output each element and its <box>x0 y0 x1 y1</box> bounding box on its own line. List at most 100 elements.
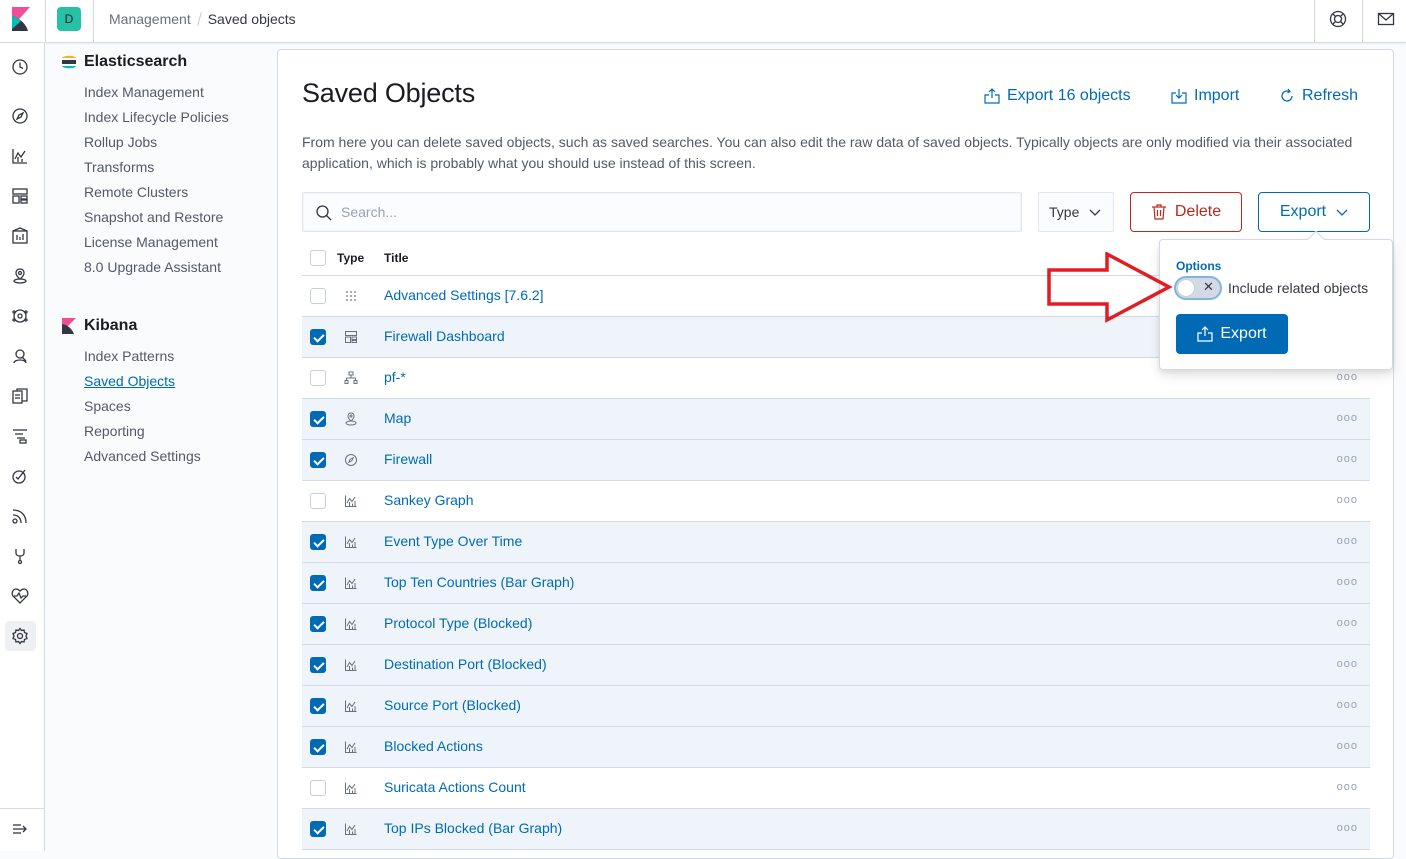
popover-export-button[interactable]: Export <box>1176 314 1288 354</box>
row-checkbox[interactable] <box>310 821 326 837</box>
column-header-type[interactable]: Type <box>337 251 364 265</box>
sidebar-item-advanced-settings[interactable]: Advanced Settings <box>84 448 201 464</box>
row-title-link[interactable]: Suricata Actions Count <box>384 779 526 795</box>
recently-viewed-icon[interactable] <box>11 58 29 76</box>
select-all-checkbox[interactable] <box>310 250 326 266</box>
breadcrumb: Management Saved objects <box>109 11 296 27</box>
export-all-button[interactable]: Export 16 objects <box>984 87 1131 105</box>
row-checkbox[interactable] <box>310 411 326 427</box>
visualize-icon[interactable] <box>11 147 29 165</box>
maps-icon[interactable] <box>11 267 29 285</box>
sidebar-item-remote-clusters[interactable]: Remote Clusters <box>84 184 188 200</box>
canvas-icon[interactable] <box>11 227 29 245</box>
sidebar-item-snapshot-restore[interactable]: Snapshot and Restore <box>84 209 223 225</box>
type-filter-button[interactable]: Type <box>1038 192 1114 232</box>
import-label: Import <box>1194 87 1240 104</box>
row-actions-icon[interactable]: ooo <box>1337 822 1358 834</box>
sidebar-item-saved-objects[interactable]: Saved Objects <box>84 373 175 389</box>
export-selected-button[interactable]: Export <box>1258 192 1370 232</box>
sidebar-item-index-lifecycle-policies[interactable]: Index Lifecycle Policies <box>84 109 229 125</box>
row-title-link[interactable]: Firewall Dashboard <box>384 328 505 344</box>
sidebar-item-spaces[interactable]: Spaces <box>84 398 131 414</box>
row-actions-icon[interactable]: ooo <box>1337 576 1358 588</box>
sidebar-section-title: Elasticsearch <box>61 51 187 73</box>
logs-icon[interactable] <box>11 387 29 405</box>
sidebar-section-title-text: Kibana <box>84 317 138 334</box>
row-checkbox[interactable] <box>310 370 326 386</box>
sidebar-item-index-patterns[interactable]: Index Patterns <box>84 348 174 364</box>
row-actions-icon[interactable]: ooo <box>1337 494 1358 506</box>
sidebar-item-rollup-jobs[interactable]: Rollup Jobs <box>84 134 157 150</box>
sidebar-item-license-management[interactable]: License Management <box>84 234 218 250</box>
row-actions-icon[interactable]: ooo <box>1337 781 1358 793</box>
row-actions-icon[interactable]: ooo <box>1337 535 1358 547</box>
dashboard-icon[interactable] <box>11 187 29 205</box>
row-checkbox[interactable] <box>310 288 326 304</box>
chevron-down-icon <box>1336 209 1348 216</box>
row-title-link[interactable]: Sankey Graph <box>384 492 474 508</box>
sidebar-item-index-management[interactable]: Index Management <box>84 84 204 100</box>
collapse-nav-icon[interactable] <box>11 820 29 838</box>
row-title-link[interactable]: Event Type Over Time <box>384 533 522 549</box>
row-actions-icon[interactable]: ooo <box>1337 740 1358 752</box>
help-icon[interactable] <box>1329 10 1347 28</box>
search-input[interactable] <box>341 193 1011 231</box>
kibana-logo-icon[interactable] <box>10 7 32 31</box>
include-related-label[interactable]: Include related objects <box>1228 280 1368 296</box>
discover-icon[interactable] <box>11 107 29 125</box>
row-checkbox[interactable] <box>310 616 326 632</box>
toggle-knob <box>1177 279 1195 297</box>
breadcrumb-management[interactable]: Management <box>109 11 191 27</box>
import-button[interactable]: Import <box>1171 87 1239 105</box>
uptime-icon[interactable] <box>11 467 29 485</box>
row-actions-icon[interactable]: ooo <box>1337 699 1358 711</box>
ml-icon[interactable] <box>11 307 29 325</box>
row-title-link[interactable]: Map <box>384 410 411 426</box>
dev-tools-icon[interactable] <box>11 547 29 565</box>
type-filter-label: Type <box>1049 204 1080 220</box>
table-row: Top Ten Countries (Bar Graph) ooo <box>302 563 1370 604</box>
monitoring-icon[interactable] <box>11 587 29 605</box>
sidebar-item-upgrade-assistant[interactable]: 8.0 Upgrade Assistant <box>84 259 221 275</box>
options-legend: Options <box>1176 259 1222 273</box>
search-icon <box>316 205 332 221</box>
delete-label: Delete <box>1174 203 1222 220</box>
sidebar-item-reporting[interactable]: Reporting <box>84 423 145 439</box>
siem-icon[interactable] <box>11 347 29 365</box>
apm-icon[interactable] <box>11 427 29 445</box>
table-row: Protocol Type (Blocked) ooo <box>302 604 1370 645</box>
row-actions-icon[interactable]: ooo <box>1337 658 1358 670</box>
row-title-link[interactable]: Firewall <box>384 451 432 467</box>
row-checkbox[interactable] <box>310 575 326 591</box>
row-actions-icon[interactable]: ooo <box>1337 371 1358 383</box>
sidebar-item-transforms[interactable]: Transforms <box>84 159 154 175</box>
row-checkbox[interactable] <box>310 329 326 345</box>
row-checkbox[interactable] <box>310 657 326 673</box>
row-checkbox[interactable] <box>310 780 326 796</box>
column-header-title[interactable]: Title <box>384 251 408 265</box>
row-actions-icon[interactable]: ooo <box>1337 453 1358 465</box>
row-title-link[interactable]: Destination Port (Blocked) <box>384 656 547 672</box>
delete-button[interactable]: Delete <box>1130 192 1242 232</box>
row-title-link[interactable]: Advanced Settings [7.6.2] <box>384 287 544 303</box>
row-checkbox[interactable] <box>310 698 326 714</box>
row-title-link[interactable]: Top IPs Blocked (Bar Graph) <box>384 820 562 836</box>
management-gear-icon[interactable] <box>11 627 29 645</box>
metrics-icon[interactable] <box>11 507 29 525</box>
mail-icon[interactable] <box>1377 10 1395 28</box>
row-title-link[interactable]: Top Ten Countries (Bar Graph) <box>384 574 574 590</box>
row-checkbox[interactable] <box>310 452 326 468</box>
row-title-link[interactable]: Source Port (Blocked) <box>384 697 521 713</box>
row-actions-icon[interactable]: ooo <box>1337 412 1358 424</box>
row-actions-icon[interactable]: ooo <box>1337 617 1358 629</box>
row-title-link[interactable]: Protocol Type (Blocked) <box>384 615 532 631</box>
row-checkbox[interactable] <box>310 739 326 755</box>
row-checkbox[interactable] <box>310 534 326 550</box>
refresh-button[interactable]: Refresh <box>1279 87 1358 105</box>
include-related-toggle[interactable]: ✕ <box>1176 278 1220 298</box>
row-title-link[interactable]: pf-* <box>384 369 406 385</box>
chevron-down-icon <box>1089 209 1101 216</box>
space-avatar[interactable]: D <box>57 7 81 31</box>
row-title-link[interactable]: Blocked Actions <box>384 738 483 754</box>
row-checkbox[interactable] <box>310 493 326 509</box>
